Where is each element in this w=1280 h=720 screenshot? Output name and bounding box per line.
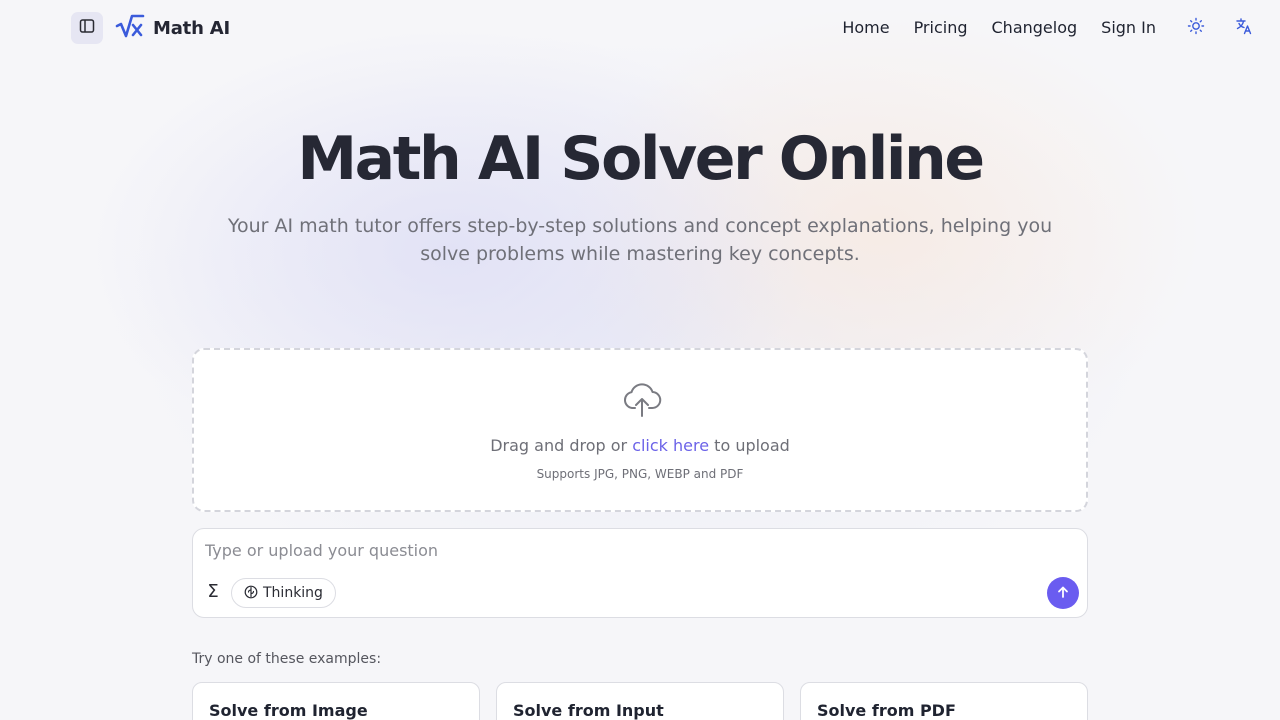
- question-input[interactable]: [205, 537, 1065, 563]
- nav-sign-in-link[interactable]: Sign In: [1101, 16, 1156, 40]
- example-card-input[interactable]: Solve from Input: [496, 682, 784, 720]
- main-nav: Home Pricing Changelog Sign In: [842, 16, 1156, 40]
- sun-icon: [1187, 17, 1205, 39]
- sidebar-toggle-button[interactable]: [71, 12, 103, 44]
- language-button[interactable]: [1230, 14, 1258, 42]
- example-card-title: Solve from Image: [209, 701, 368, 720]
- nav-pricing-link[interactable]: Pricing: [914, 16, 968, 40]
- file-upload-dropzone[interactable]: Drag and drop or click here to upload Su…: [192, 348, 1088, 512]
- nav-changelog-link[interactable]: Changelog: [992, 16, 1078, 40]
- send-button[interactable]: [1047, 577, 1079, 609]
- example-card-title: Solve from Input: [513, 701, 664, 720]
- example-card-title: Solve from PDF: [817, 701, 956, 720]
- click-here-upload-link[interactable]: click here: [632, 436, 709, 455]
- sidebar-icon: [79, 18, 95, 38]
- example-card-pdf[interactable]: Solve from PDF: [800, 682, 1088, 720]
- example-card-image[interactable]: Solve from Image: [192, 682, 480, 720]
- page-title: Math AI Solver Online: [297, 124, 985, 194]
- thinking-toggle-button[interactable]: Thinking: [231, 578, 336, 608]
- upload-text-after: to upload: [709, 436, 790, 455]
- nav-home-link[interactable]: Home: [842, 16, 889, 40]
- theme-toggle-button[interactable]: [1182, 14, 1210, 42]
- examples-heading: Try one of these examples:: [192, 651, 382, 667]
- upload-text-before: Drag and drop or: [490, 436, 633, 455]
- sigma-icon[interactable]: Σ: [203, 582, 223, 602]
- translate-icon: [1235, 17, 1253, 39]
- thinking-label: Thinking: [263, 585, 323, 601]
- supported-formats-hint: Supports JPG, PNG, WEBP and PDF: [536, 467, 744, 481]
- brand-logo[interactable]: Math AI: [115, 13, 230, 43]
- top-navbar: Math AI Home Pricing Changelog Sign In: [0, 0, 1280, 56]
- page-subtitle: Your AI math tutor offers step-by-step s…: [227, 215, 1053, 265]
- cloud-upload-icon: [622, 382, 662, 422]
- sqrt-x-logo-icon: [115, 13, 145, 43]
- upload-instructions: Drag and drop or click here to upload: [194, 436, 1086, 455]
- brand-name: Math AI: [153, 17, 230, 39]
- arrow-up-icon: [1056, 584, 1070, 603]
- question-box: Σ Thinking: [192, 528, 1088, 618]
- brain-icon: [244, 584, 258, 603]
